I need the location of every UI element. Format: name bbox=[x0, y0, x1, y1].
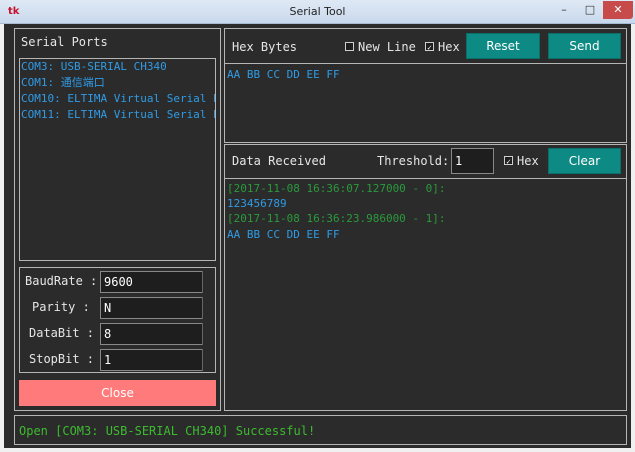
port-item-com1[interactable]: COM1: 通信端口 bbox=[20, 75, 215, 91]
ports-list[interactable]: COM3: USB-SERIAL CH340 COM1: 通信端口 COM10:… bbox=[19, 58, 216, 261]
stopbit-select[interactable]: 1 bbox=[100, 349, 212, 371]
threshold-value: 1 bbox=[455, 154, 463, 168]
parity-select[interactable]: N bbox=[100, 297, 212, 319]
receive-hex-label: Hex bbox=[517, 154, 539, 168]
port-item-com3[interactable]: COM3: USB-SERIAL CH340 bbox=[20, 59, 215, 75]
received-timestamp-1: [2017-11-08 16:36:23.986000 - 1]: bbox=[227, 212, 446, 225]
minimize-button[interactable]: – bbox=[551, 1, 577, 19]
hex-bytes-title: Hex Bytes bbox=[232, 40, 298, 54]
stopbit-value: 1 bbox=[104, 353, 112, 367]
new-line-label: New Line bbox=[358, 40, 416, 54]
stopbit-label: StopBit : bbox=[29, 352, 95, 366]
baudrate-value: 9600 bbox=[104, 275, 133, 289]
received-timestamp-0: [2017-11-08 16:36:07.127000 - 0]: bbox=[227, 182, 446, 195]
baudrate-dropdown-arrow[interactable] bbox=[202, 271, 212, 293]
receive-hex-checkbox[interactable]: ✓ bbox=[504, 156, 513, 166]
serial-ports-title: Serial Ports bbox=[21, 35, 108, 49]
databit-value: 8 bbox=[104, 327, 112, 341]
port-item-com11[interactable]: COM11: ELTIMA Virtual Serial Port bbox=[20, 107, 215, 123]
port-item-com10[interactable]: COM10: ELTIMA Virtual Serial Port bbox=[20, 91, 215, 107]
parity-dropdown-arrow[interactable] bbox=[202, 297, 212, 319]
stopbit-dropdown-arrow[interactable] bbox=[202, 349, 212, 371]
status-text: Open [COM3: USB-SERIAL CH340] Successful… bbox=[19, 424, 316, 438]
send-button[interactable]: Send bbox=[548, 33, 621, 59]
databit-label: DataBit : bbox=[29, 326, 95, 340]
threshold-label: Threshold: bbox=[377, 154, 450, 168]
send-textarea[interactable]: AA BB CC DD EE FF bbox=[227, 68, 340, 81]
reset-button[interactable]: Reset bbox=[466, 33, 540, 59]
received-data-0: 123456789 bbox=[227, 197, 287, 210]
new-line-checkbox[interactable] bbox=[345, 42, 354, 51]
window-close-button[interactable]: ✕ bbox=[603, 1, 633, 19]
receive-panel-divider bbox=[225, 178, 626, 179]
send-panel-divider bbox=[225, 63, 626, 64]
received-data-1: AA BB CC DD EE FF bbox=[227, 228, 340, 241]
close-port-button[interactable]: Close bbox=[19, 380, 216, 406]
window-title: Serial Tool bbox=[289, 5, 346, 18]
data-received-title: Data Received bbox=[232, 154, 326, 168]
parity-label: Parity : bbox=[32, 300, 90, 314]
baudrate-label: BaudRate : bbox=[25, 274, 98, 288]
parity-value: N bbox=[104, 301, 112, 315]
send-hex-checkbox[interactable]: ✓ bbox=[425, 42, 434, 52]
maximize-button[interactable]: □ bbox=[577, 1, 603, 19]
databit-select[interactable]: 8 bbox=[100, 323, 212, 345]
send-hex-label: Hex bbox=[438, 40, 460, 54]
baudrate-select[interactable]: 9600 bbox=[100, 271, 212, 293]
databit-dropdown-arrow[interactable] bbox=[202, 323, 212, 345]
threshold-input[interactable]: 1 bbox=[451, 148, 494, 174]
clear-button[interactable]: Clear bbox=[548, 148, 621, 174]
